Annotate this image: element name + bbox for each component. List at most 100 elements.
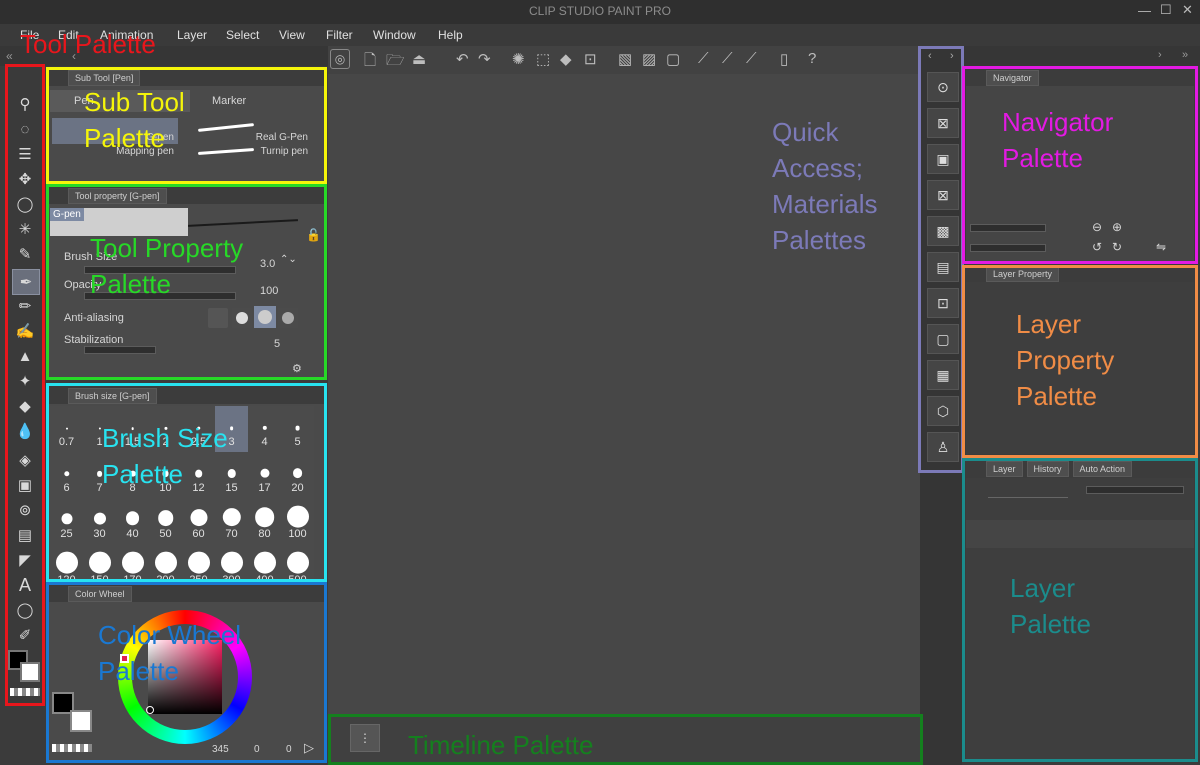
brush-size-cell[interactable]: 8 — [116, 452, 150, 499]
correct-line-tool-icon[interactable]: ✐ — [12, 623, 38, 647]
material-image-icon[interactable]: ⊠ — [927, 108, 959, 138]
right-dock-expand-icon[interactable]: › — [1158, 49, 1162, 61]
fill-selection-icon[interactable]: ◆ — [560, 50, 572, 68]
material-figure-icon[interactable]: ♙ — [927, 432, 959, 462]
selection-tool-icon[interactable]: ◯ — [12, 192, 38, 216]
menu-animation[interactable]: Animation — [100, 28, 153, 42]
lock-icon[interactable]: 🔓 — [306, 228, 321, 242]
qa-expand-icon[interactable]: › — [950, 50, 954, 62]
brush-size-cell[interactable]: 200 — [149, 544, 183, 580]
snap-icon[interactable]: ⟋ — [722, 50, 733, 67]
brush-size-cell[interactable]: 40 — [116, 498, 150, 545]
rotate-right-icon[interactable]: ↻ — [1112, 240, 1122, 254]
layer-select-tool-icon[interactable]: ☰ — [12, 142, 38, 166]
sub-color-swatch[interactable] — [20, 662, 40, 682]
brush-size-cell[interactable]: 70 — [215, 498, 249, 545]
brush-size-cell[interactable]: 120 — [50, 544, 84, 580]
brush-size-cell[interactable]: 17 — [248, 452, 282, 499]
collapse-left-icon[interactable]: « — [6, 49, 13, 63]
hue-marker[interactable] — [120, 654, 129, 663]
loading-icon[interactable]: ✺ — [512, 50, 525, 68]
undo-icon[interactable]: ↶ — [456, 50, 469, 68]
frame-border-tool-icon[interactable]: ▤ — [12, 523, 38, 547]
transform-icon[interactable]: ⊡ — [584, 50, 597, 68]
lasso-select-tool-icon[interactable]: ◌ — [12, 117, 38, 141]
help-icon[interactable]: ? — [808, 50, 816, 67]
aa-option-weak[interactable] — [232, 308, 252, 328]
blend-mode-select[interactable] — [988, 484, 1068, 498]
opacity-slider[interactable] — [84, 292, 236, 300]
brush-size-cell[interactable]: 2 — [149, 406, 183, 453]
brush-size-cell[interactable]: 100 — [281, 498, 314, 545]
fill-tool-icon[interactable]: ◈ — [12, 448, 38, 472]
cw-sub-color-swatch[interactable] — [70, 710, 92, 732]
brush-size-cell[interactable]: 4 — [248, 406, 282, 453]
stabilization-slider[interactable] — [84, 346, 156, 354]
eraser-tool-icon[interactable]: ◆ — [12, 394, 38, 418]
brush-size-cell[interactable]: 10 — [149, 452, 183, 499]
canvas-area[interactable] — [328, 74, 920, 714]
auto-select-tool-icon[interactable]: ✳ — [12, 217, 38, 241]
brush-size-cell[interactable]: 250 — [182, 544, 216, 580]
brush-size-cell[interactable]: 20 — [281, 452, 314, 499]
redo-icon[interactable]: ↷ — [478, 50, 491, 68]
sub-tool-item-mapping-pen[interactable]: Mapping pen — [52, 146, 178, 162]
ruler-tool-icon[interactable]: ◤ — [12, 548, 38, 572]
timeline-frame-icon[interactable]: ⋮ — [350, 724, 380, 752]
stabilization-value[interactable]: 5 — [274, 338, 280, 350]
brush-size-cell[interactable]: 400 — [248, 544, 282, 580]
material-manga-icon[interactable]: ▤ — [927, 252, 959, 282]
color-mode-icon[interactable]: ▷ — [304, 740, 314, 756]
cw-transparent-swatch[interactable] — [52, 744, 92, 752]
saturation-value[interactable]: 0 — [254, 744, 260, 755]
menu-layer[interactable]: Layer — [177, 28, 207, 42]
zoom-out-icon[interactable]: ⊖ — [1092, 220, 1102, 234]
brush-size-cell[interactable]: 6 — [50, 452, 84, 499]
border-icon[interactable]: ▢ — [666, 50, 680, 68]
zoom-slider[interactable] — [970, 224, 1046, 232]
pencil-tool-icon[interactable]: ✏ — [12, 294, 38, 318]
sub-tool-item-gpen[interactable]: G-pen — [52, 118, 178, 144]
brush-size-cell[interactable]: 60 — [182, 498, 216, 545]
material-monochrome-icon[interactable]: ▣ — [927, 144, 959, 174]
save-icon[interactable]: ⏏ — [412, 50, 426, 68]
menu-filter[interactable]: Filter — [326, 28, 353, 42]
invert-icon[interactable]: ▨ — [642, 50, 656, 68]
zoom-tool-icon[interactable]: ⚲ — [12, 92, 38, 116]
zoom-in-icon[interactable]: ⊕ — [1112, 220, 1122, 234]
material-3d-icon[interactable]: ▢ — [927, 324, 959, 354]
brush-size-cell[interactable]: 500 — [281, 544, 314, 580]
menu-view[interactable]: View — [279, 28, 305, 42]
open-icon[interactable]: 🗁 — [386, 50, 405, 75]
close-button[interactable]: ✕ — [1182, 2, 1193, 18]
tab-layer[interactable]: Layer — [986, 461, 1023, 477]
brush-size-cell[interactable]: 300 — [215, 544, 249, 580]
tab-history[interactable]: History — [1026, 461, 1069, 477]
menu-help[interactable]: Help — [438, 28, 463, 42]
menu-window[interactable]: Window — [373, 28, 416, 42]
airbrush-tool-icon[interactable]: ▲ — [12, 344, 38, 368]
brush-size-cell[interactable]: 1 — [83, 406, 117, 453]
balloon-tool-icon[interactable]: ◯ — [12, 598, 38, 622]
opacity-value[interactable]: 100 — [260, 285, 278, 297]
gradient-tool-icon[interactable]: ▣ — [12, 473, 38, 497]
menu-edit[interactable]: Edit — [58, 28, 79, 42]
ruler-icon[interactable]: ⟋ — [698, 50, 709, 67]
material-pattern-icon[interactable]: ▩ — [927, 216, 959, 246]
brush-size-slider[interactable] — [84, 266, 236, 274]
brush-size-spinner-icon[interactable]: ⌃⌄ — [280, 254, 297, 265]
hue-value[interactable]: 345 — [212, 744, 229, 755]
selection-icon[interactable]: ⬚ — [536, 50, 550, 68]
pen-tool-icon[interactable]: ✒ — [12, 269, 40, 295]
brush-size-cell[interactable]: 15 — [215, 452, 249, 499]
brightness-value[interactable]: 0 — [286, 744, 292, 755]
material-camera-icon[interactable]: ⬡ — [927, 396, 959, 426]
menu-select[interactable]: Select — [226, 28, 259, 42]
new-canvas-icon[interactable]: 🗋 — [364, 50, 376, 75]
brush-size-cell[interactable]: 2.5 — [182, 406, 216, 453]
qa-collapse-icon[interactable]: ‹ — [928, 50, 932, 62]
rotate-slider[interactable] — [970, 244, 1046, 252]
clip-studio-icon[interactable]: ◎ — [330, 49, 350, 69]
transparent-color-swatch[interactable] — [10, 688, 40, 696]
material-image-alt-icon[interactable]: ⊡ — [927, 288, 959, 318]
